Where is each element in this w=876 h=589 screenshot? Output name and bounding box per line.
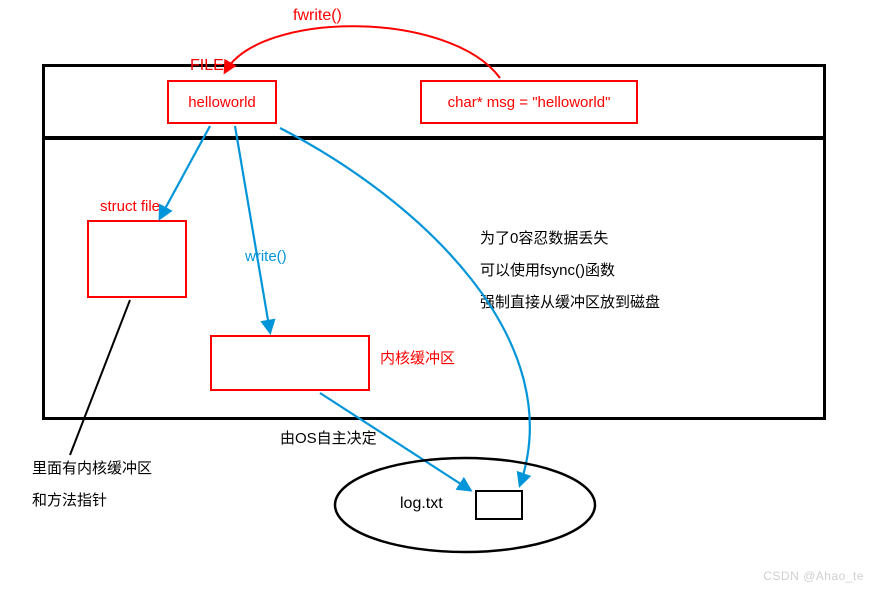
fsync-note-line1: 为了0容忍数据丢失 (480, 230, 608, 248)
watermark: CSDN @Ahao_te (763, 569, 864, 583)
struct-note-line2: 和方法指针 (32, 492, 107, 510)
kernel-buffer-label: 内核缓冲区 (380, 350, 455, 368)
msg-variable-box: char* msg = "helloworld" (420, 80, 638, 124)
fsync-note-line2: 可以使用fsync()函数 (480, 262, 615, 280)
file-buffer-text: helloworld (188, 94, 256, 111)
disk-ellipse (335, 458, 595, 552)
struct-file-label: struct file (100, 198, 160, 216)
disk-file-label: log.txt (400, 494, 443, 513)
file-type-label: FILE (190, 56, 224, 75)
kernel-buffer-box (210, 335, 370, 391)
fsync-note-line3: 强制直接从缓冲区放到磁盘 (480, 294, 660, 312)
fwrite-label: fwrite() (293, 6, 342, 25)
struct-note-line1: 里面有内核缓冲区 (32, 460, 152, 478)
write-label: write() (245, 248, 287, 266)
os-decide-label: 由OS自主决定 (280, 430, 377, 448)
msg-variable-text: char* msg = "helloworld" (448, 94, 611, 111)
file-buffer-box: helloworld (167, 80, 277, 124)
disk-file-rect (475, 490, 523, 520)
diagram-stage: fwrite() FILE helloworld char* msg = "he… (0, 0, 876, 589)
struct-file-box (87, 220, 187, 298)
